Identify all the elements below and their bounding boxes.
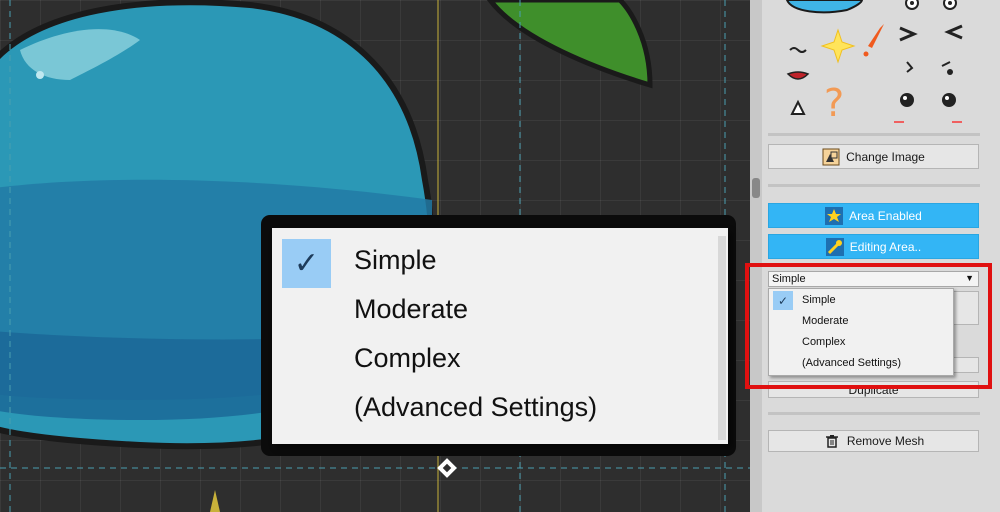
image-atlas-preview: ? <box>785 0 963 125</box>
area-enabled-button[interactable]: Area Enabled <box>768 203 979 228</box>
star-icon <box>825 206 844 225</box>
editing-area-button[interactable]: Editing Area.. <box>768 234 979 259</box>
panel-divider <box>768 184 980 187</box>
editing-area-label: Editing Area.. <box>849 239 922 254</box>
eye-icon <box>943 0 957 10</box>
zoomed-option-simple: ✓ Simple <box>272 237 712 288</box>
remove-mesh-button[interactable]: Remove Mesh <box>768 430 979 452</box>
zoomed-scrollbar <box>718 236 726 440</box>
zoomed-option-advanced-settings: (Advanced Settings) <box>354 392 598 422</box>
eye-icon <box>905 0 919 10</box>
panel-divider <box>768 133 980 136</box>
wand-icon <box>825 237 844 256</box>
remove-mesh-label: Remove Mesh <box>846 434 925 448</box>
svg-text:?: ? <box>824 81 844 125</box>
change-image-button[interactable]: Change Image <box>768 144 979 169</box>
panel-scrollbar-thumb[interactable] <box>752 178 760 198</box>
zoomed-dropdown-options-list: ✓ Simple Moderate Complex (Advanced Sett… <box>272 228 728 444</box>
check-icon: ✓ <box>282 239 331 288</box>
change-image-label: Change Image <box>846 149 925 164</box>
trash-icon <box>823 432 841 450</box>
panel-scrollbar[interactable] <box>750 0 762 512</box>
area-enabled-label: Area Enabled <box>849 208 922 223</box>
zoomed-option-moderate: Moderate <box>354 294 469 324</box>
highlight-box <box>745 263 992 389</box>
panel-divider <box>768 412 980 415</box>
image-icon <box>822 148 840 166</box>
zoomed-option-complex: Complex <box>354 343 461 373</box>
pivot-handle-icon[interactable] <box>437 458 457 478</box>
